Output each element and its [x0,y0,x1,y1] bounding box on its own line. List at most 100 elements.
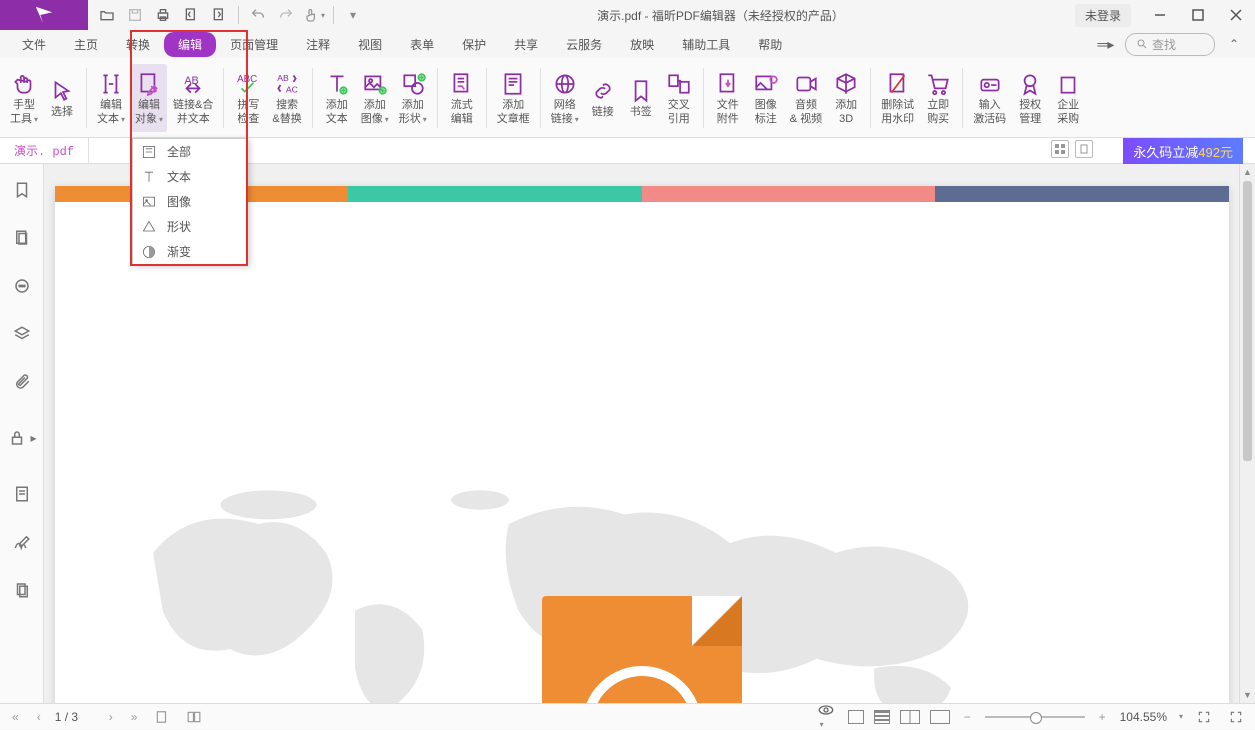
reading-mode-icon[interactable]: ▾ [814,704,838,730]
promo-banner[interactable]: 永久码立减492元 [1123,138,1243,164]
ribbon-article[interactable]: 添加 文章框 [493,64,534,132]
zoom-in-icon[interactable]: + [1095,710,1110,724]
ribbon-add-shape[interactable]: 添加 形状▾ [395,64,431,132]
page-prev-icon[interactable] [178,2,204,28]
ribbon-search-replace[interactable]: ABAC搜索 &替换 [268,64,305,132]
touch-icon[interactable]: ▾ [301,2,327,28]
last-page-icon[interactable]: » [127,710,142,724]
maximize-button[interactable] [1179,0,1217,30]
next-page-icon[interactable]: › [105,710,117,724]
dropdown-item-gradient[interactable]: 渐变 [133,239,247,264]
ribbon-license[interactable]: 授权 管理 [1012,64,1048,132]
save-icon[interactable] [122,2,148,28]
ribbon-crossref[interactable]: 交叉 引用 [661,64,697,132]
sidebar-expand-icon[interactable]: ▸ [31,418,39,458]
minimize-button[interactable] [1141,0,1179,30]
fit-page-icon[interactable] [1193,710,1215,724]
menu-保护[interactable]: 保护 [448,32,500,57]
first-page-icon[interactable]: « [8,710,23,724]
signature-panel-icon[interactable] [10,530,34,554]
undo-icon[interactable] [245,2,271,28]
close-button[interactable] [1217,0,1255,30]
clipboard-panel-icon[interactable] [10,578,34,602]
form-panel-icon[interactable] [10,482,34,506]
menu-转换[interactable]: 转换 [112,32,164,57]
menu-帮助[interactable]: 帮助 [744,32,796,57]
menu-注释[interactable]: 注释 [292,32,344,57]
menu-主页[interactable]: 主页 [60,32,112,57]
ribbon-link[interactable]: 链接 [585,64,621,132]
security-panel-icon[interactable] [5,426,29,450]
dropdown-item-all[interactable]: 全部 [133,139,247,164]
ribbon-link-merge[interactable]: AB链接&合 并文本 [169,64,217,132]
zoom-out-icon[interactable]: − [960,710,975,724]
ribbon-bookmark[interactable]: 书签 [623,64,659,132]
bookmark-view-icon[interactable] [1075,140,1093,158]
menu-编辑[interactable]: 编辑 [164,32,216,57]
login-button[interactable]: 未登录 [1075,4,1131,27]
menu-放映[interactable]: 放映 [616,32,668,57]
menu-页面管理[interactable]: 页面管理 [216,32,292,57]
dropdown-item-text[interactable]: 文本 [133,164,247,189]
menu-文件[interactable]: 文件 [8,32,60,57]
zoom-dropdown-icon[interactable]: ▾ [1179,712,1183,721]
ribbon-audio-video[interactable]: 音频 & 视频 [786,64,826,132]
ribbon-enterprise[interactable]: 企业 采购 [1050,64,1086,132]
edit-object-icon [135,69,163,99]
dropdown-item-image[interactable]: 图像 [133,189,247,214]
menu-视图[interactable]: 视图 [344,32,396,57]
pages-panel-icon[interactable] [10,226,34,250]
layers-panel-icon[interactable] [10,322,34,346]
zoom-slider[interactable] [985,716,1085,718]
facing-page-icon[interactable] [900,710,920,724]
ribbon-options-icon[interactable]: ═▸ [1093,31,1119,57]
menu-云服务[interactable]: 云服务 [552,32,616,57]
page-next-icon[interactable] [206,2,232,28]
menu-共享[interactable]: 共享 [500,32,552,57]
continuous-page-icon[interactable] [874,710,890,724]
scroll-thumb[interactable] [1243,181,1252,461]
edit-text-icon [97,69,125,99]
scroll-down-icon[interactable]: ▼ [1240,687,1255,703]
vertical-scrollbar[interactable]: ▲ ▼ [1239,164,1255,703]
document-tab[interactable]: 演示. pdf [0,138,89,163]
ribbon-reflow[interactable]: 流式 编辑 [444,64,480,132]
continuous-facing-icon[interactable] [930,710,950,724]
ribbon-hand[interactable]: 手型 工具▾ [6,64,42,132]
dropdown-item-shape[interactable]: 形状 [133,214,247,239]
ribbon-add-image[interactable]: 添加 图像▾ [357,64,393,132]
open-icon[interactable] [94,2,120,28]
ribbon-remove-wm[interactable]: 删除试 用水印 [877,64,918,132]
redo-icon[interactable] [273,2,299,28]
prev-page-icon[interactable]: ‹ [33,710,45,724]
bookmark-panel-icon[interactable] [10,178,34,202]
menu-辅助工具[interactable]: 辅助工具 [668,32,744,57]
ribbon-spellcheck[interactable]: ABC拼写 检查 [230,64,266,132]
menu-表单[interactable]: 表单 [396,32,448,57]
ribbon-attachment[interactable]: 文件 附件 [710,64,746,132]
ribbon-add-3d[interactable]: 添加 3D [828,64,864,132]
ribbon-edit-object[interactable]: 编辑 对象▾ [131,64,167,132]
page-fit-spread-icon[interactable] [183,710,205,724]
audio-video-icon [792,69,820,99]
fullscreen-icon[interactable] [1225,710,1247,724]
scroll-up-icon[interactable]: ▲ [1240,164,1255,180]
collapse-ribbon-icon[interactable]: ⌃ [1221,31,1247,57]
comments-panel-icon[interactable] [10,274,34,298]
ribbon-select[interactable]: 选择 [44,64,80,132]
page-fit-icon[interactable] [151,710,173,724]
ribbon-image-annot[interactable]: 图像 标注 [748,64,784,132]
remove-wm-icon [884,69,912,99]
thumbnail-view-icon[interactable] [1051,140,1069,158]
ribbon-add-text[interactable]: 添加 文本 [319,64,355,132]
qat-more-icon[interactable]: ▾ [340,2,366,28]
ribbon-web-link[interactable]: 网络 链接▾ [547,64,583,132]
print-icon[interactable] [150,2,176,28]
search-input[interactable]: 查找 [1125,33,1215,56]
attachments-panel-icon[interactable] [10,370,34,394]
page-number-input[interactable] [55,710,95,724]
ribbon-activation[interactable]: 输入 激活码 [969,64,1010,132]
single-page-icon[interactable] [848,710,864,724]
ribbon-edit-text[interactable]: 编辑 文本▾ [93,64,129,132]
ribbon-buy[interactable]: 立即 购买 [920,64,956,132]
